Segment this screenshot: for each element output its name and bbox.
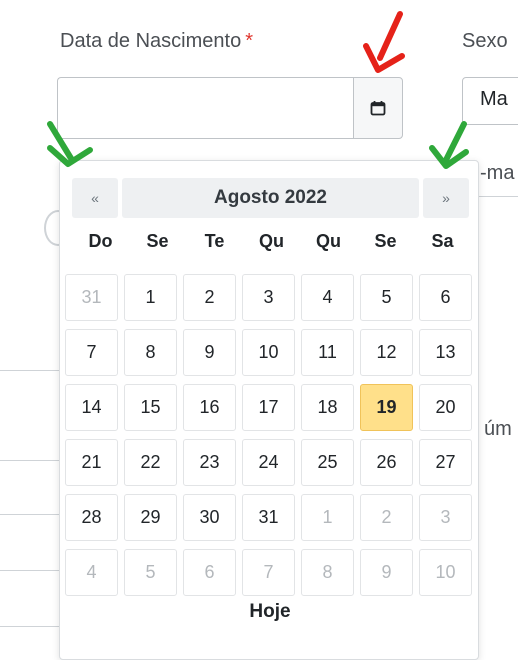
day-cell[interactable]: 7: [65, 329, 118, 376]
day-cell[interactable]: 26: [360, 439, 413, 486]
day-cell-today[interactable]: 19: [360, 384, 413, 431]
weekday-label: Do: [88, 231, 113, 251]
day-cell[interactable]: 27: [419, 439, 472, 486]
day-cell[interactable]: 7: [242, 549, 295, 596]
day-cell[interactable]: 6: [183, 549, 236, 596]
required-mark: *: [245, 30, 253, 52]
day-cell[interactable]: 17: [242, 384, 295, 431]
day-cell[interactable]: 16: [183, 384, 236, 431]
weekday-label: Qu: [259, 231, 284, 251]
day-cell[interactable]: 3: [419, 494, 472, 541]
next-month-button[interactable]: »: [423, 178, 469, 218]
weekday-label: Qu: [316, 231, 341, 251]
day-cell[interactable]: 29: [124, 494, 177, 541]
day-cell[interactable]: 12: [360, 329, 413, 376]
day-cell[interactable]: 4: [301, 274, 354, 321]
sexo-label: Sexo: [462, 30, 508, 52]
month-year-title[interactable]: Agosto 2022: [122, 178, 419, 218]
green-arrow-icon: [429, 121, 469, 169]
green-arrow-icon: [47, 121, 93, 167]
day-cell[interactable]: 5: [360, 274, 413, 321]
datepicker-popup: « Agosto 2022 » Do Se Te Qu Qu Se Sa 31 1 2 3 4 5 6 7…: [59, 160, 479, 660]
datepicker-header: « Agosto 2022 »: [72, 178, 469, 218]
days-grid: 31 1 2 3 4 5 6 7 8 9 10 11 12 13 14 15 16 17 18 19 20 21 22 23 2…: [65, 274, 475, 596]
today-button[interactable]: Hoje: [60, 601, 480, 623]
day-cell[interactable]: 9: [360, 549, 413, 596]
day-cell[interactable]: 15: [124, 384, 177, 431]
weekday-label: Se: [374, 231, 397, 251]
day-cell[interactable]: 3: [242, 274, 295, 321]
divider-line: [0, 460, 60, 461]
day-cell[interactable]: 31: [242, 494, 295, 541]
divider-line: [0, 626, 60, 627]
day-cell[interactable]: 18: [301, 384, 354, 431]
day-cell[interactable]: 1: [301, 494, 354, 541]
day-cell[interactable]: 2: [183, 274, 236, 321]
day-cell[interactable]: 8: [124, 329, 177, 376]
day-cell[interactable]: 4: [65, 549, 118, 596]
day-cell[interactable]: 8: [301, 549, 354, 596]
numero-label: úm: [484, 418, 512, 440]
dob-label-text: Data de Nascimento: [60, 30, 242, 52]
divider-line: [0, 370, 60, 371]
day-cell[interactable]: 1: [124, 274, 177, 321]
day-cell[interactable]: 11: [301, 329, 354, 376]
day-cell[interactable]: 2: [360, 494, 413, 541]
day-cell[interactable]: 30: [183, 494, 236, 541]
day-cell[interactable]: 25: [301, 439, 354, 486]
day-cell[interactable]: 28: [65, 494, 118, 541]
day-cell[interactable]: 22: [124, 439, 177, 486]
weekday-header: Do Se Te Qu Qu Se Sa: [72, 231, 472, 252]
dob-label: Data de Nascimento *: [60, 30, 253, 53]
prev-month-button[interactable]: «: [72, 178, 118, 218]
dob-input-group: [57, 77, 403, 141]
day-cell[interactable]: 6: [419, 274, 472, 321]
day-cell[interactable]: 13: [419, 329, 472, 376]
weekday-label: Se: [146, 231, 169, 251]
day-cell[interactable]: 14: [65, 384, 118, 431]
day-cell[interactable]: 5: [124, 549, 177, 596]
calendar-button[interactable]: [353, 77, 403, 139]
weekday-label: Sa: [431, 231, 454, 251]
day-cell[interactable]: 21: [65, 439, 118, 486]
day-cell[interactable]: 10: [242, 329, 295, 376]
day-cell[interactable]: 20: [419, 384, 472, 431]
weekday-label: Te: [204, 231, 225, 251]
dob-input[interactable]: [57, 77, 353, 139]
calendar-icon: [370, 101, 386, 116]
day-cell[interactable]: 9: [183, 329, 236, 376]
red-arrow-icon: [363, 11, 405, 73]
divider-line: [0, 514, 60, 515]
day-cell[interactable]: 23: [183, 439, 236, 486]
email-label: -ma: [480, 162, 515, 184]
day-cell[interactable]: 24: [242, 439, 295, 486]
day-cell[interactable]: 10: [419, 549, 472, 596]
divider-line: [0, 570, 60, 571]
day-cell[interactable]: 31: [65, 274, 118, 321]
